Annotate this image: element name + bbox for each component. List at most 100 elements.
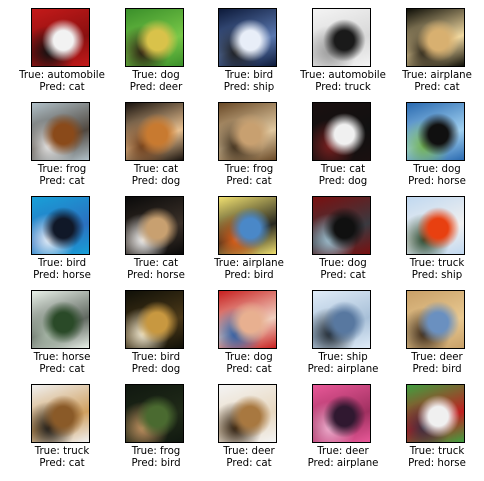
pred-label: Pred: bird — [224, 270, 274, 281]
true-label: True: cat — [133, 164, 179, 175]
pred-label: Pred: cat — [320, 270, 366, 281]
sample-image — [125, 8, 184, 67]
sample-cell: True: truck Pred: cat — [14, 384, 110, 478]
pred-label: Pred: cat — [226, 458, 272, 469]
true-label: True: truck — [409, 446, 465, 457]
pred-label: Pred: cat — [39, 364, 85, 375]
true-label: True: dog — [225, 352, 273, 363]
true-label: True: airplane — [402, 70, 472, 81]
sample-image — [218, 196, 277, 255]
sample-image — [312, 384, 371, 443]
sample-cell: True: deer Pred: cat — [201, 384, 297, 478]
sample-cell: True: truck Pred: ship — [389, 196, 484, 290]
true-label: True: cat — [320, 164, 366, 175]
sample-image — [406, 8, 465, 67]
pred-label: Pred: horse — [33, 270, 91, 281]
sample-cell: True: frog Pred: cat — [201, 102, 297, 196]
true-label: True: deer — [223, 446, 275, 457]
sample-image — [406, 102, 465, 161]
sample-image — [218, 290, 277, 349]
pred-label: Pred: cat — [226, 176, 272, 187]
pred-label: Pred: ship — [411, 270, 463, 281]
true-label: True: dog — [413, 164, 461, 175]
sample-cell: True: horse Pred: cat — [14, 290, 110, 384]
true-label: True: bird — [131, 352, 181, 363]
true-label: True: deer — [411, 352, 463, 363]
sample-image — [312, 8, 371, 67]
sample-image — [218, 102, 277, 161]
pred-label: Pred: dog — [131, 176, 181, 187]
true-label: True: horse — [33, 352, 91, 363]
pred-label: Pred: cat — [39, 82, 85, 93]
sample-image — [406, 384, 465, 443]
pred-label: Pred: deer — [129, 82, 183, 93]
true-label: True: truck — [34, 446, 90, 457]
sample-cell: True: dog Pred: deer — [108, 8, 204, 102]
pred-label: Pred: bird — [412, 364, 462, 375]
pred-label: Pred: bird — [131, 458, 181, 469]
true-label: True: automobile — [300, 70, 386, 81]
pred-label: Pred: airplane — [307, 458, 379, 469]
sample-cell: True: dog Pred: horse — [389, 102, 484, 196]
sample-cell: True: truck Pred: horse — [389, 384, 484, 478]
sample-image — [125, 290, 184, 349]
sample-cell: True: frog Pred: cat — [14, 102, 110, 196]
sample-cell: True: airplane Pred: cat — [389, 8, 484, 102]
sample-image — [125, 102, 184, 161]
pred-label: Pred: airplane — [307, 364, 379, 375]
sample-image — [312, 196, 371, 255]
true-label: True: cat — [133, 258, 179, 269]
pred-label: Pred: cat — [414, 82, 460, 93]
true-label: True: bird — [37, 258, 87, 269]
sample-cell: True: cat Pred: dog — [295, 102, 391, 196]
pred-label: Pred: cat — [39, 458, 85, 469]
sample-image — [406, 196, 465, 255]
sample-image — [31, 196, 90, 255]
true-label: True: ship — [318, 352, 368, 363]
sample-image — [218, 384, 277, 443]
sample-cell: True: ship Pred: airplane — [295, 290, 391, 384]
sample-cell: True: dog Pred: cat — [201, 290, 297, 384]
sample-image — [125, 384, 184, 443]
true-label: True: dog — [132, 70, 180, 81]
pred-label: Pred: cat — [226, 364, 272, 375]
true-label: True: frog — [224, 164, 274, 175]
sample-cell: True: frog Pred: bird — [108, 384, 204, 478]
sample-image — [31, 8, 90, 67]
pred-label: Pred: horse — [408, 176, 466, 187]
sample-image — [31, 102, 90, 161]
sample-cell: True: bird Pred: horse — [14, 196, 110, 290]
pred-label: Pred: ship — [223, 82, 275, 93]
sample-cell: True: deer Pred: bird — [389, 290, 484, 384]
sample-cell: True: cat Pred: horse — [108, 196, 204, 290]
sample-image — [406, 290, 465, 349]
true-label: True: bird — [224, 70, 274, 81]
sample-image — [312, 102, 371, 161]
sample-cell: True: bird Pred: dog — [108, 290, 204, 384]
sample-cell: True: deer Pred: airplane — [295, 384, 391, 478]
sample-cell: True: cat Pred: dog — [108, 102, 204, 196]
pred-label: Pred: horse — [408, 458, 466, 469]
sample-image — [218, 8, 277, 67]
pred-label: Pred: truck — [315, 82, 371, 93]
sample-cell: True: airplane Pred: bird — [201, 196, 297, 290]
prediction-grid: True: automobile Pred: cat True: dog Pred: … — [0, 0, 484, 481]
pred-label: Pred: cat — [39, 176, 85, 187]
true-label: True: deer — [317, 446, 369, 457]
sample-image — [125, 196, 184, 255]
true-label: True: frog — [131, 446, 181, 457]
true-label: True: truck — [409, 258, 465, 269]
pred-label: Pred: dog — [318, 176, 368, 187]
pred-label: Pred: horse — [127, 270, 185, 281]
true-label: True: dog — [319, 258, 367, 269]
true-label: True: frog — [37, 164, 87, 175]
true-label: True: automobile — [19, 70, 105, 81]
pred-label: Pred: dog — [131, 364, 181, 375]
sample-image — [312, 290, 371, 349]
sample-cell: True: bird Pred: ship — [201, 8, 297, 102]
true-label: True: airplane — [214, 258, 284, 269]
sample-cell: True: automobile Pred: truck — [295, 8, 391, 102]
sample-image — [31, 384, 90, 443]
sample-cell: True: dog Pred: cat — [295, 196, 391, 290]
sample-cell: True: automobile Pred: cat — [14, 8, 110, 102]
